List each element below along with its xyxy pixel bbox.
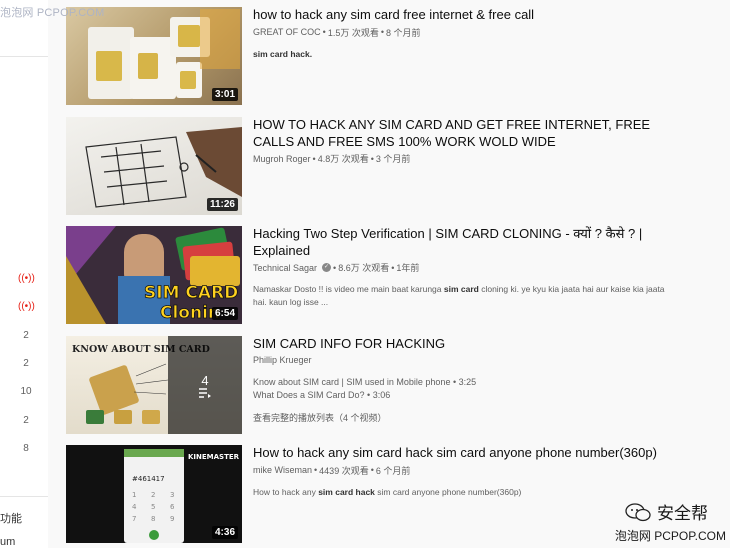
- playlist-info: SIM CARD INFO FOR HACKING Phillip Kruege…: [253, 336, 673, 434]
- meta-separator: •: [333, 262, 337, 273]
- description-text: Namaskar Dosto !! is video me main baat …: [253, 284, 444, 294]
- description-text: How to hack any: [253, 486, 319, 497]
- video-info: how to hack any sim card free internet &…: [253, 7, 673, 105]
- svg-text:2: 2: [151, 491, 155, 499]
- thumb-caption: SIM CARD: [144, 283, 238, 303]
- video-thumbnail[interactable]: 3:01: [66, 7, 242, 105]
- view-count: 4.8万 次观看: [317, 154, 369, 164]
- video-thumbnail[interactable]: 11:26: [66, 117, 242, 215]
- channel-name[interactable]: Phillip Krueger: [253, 355, 312, 365]
- channel-name[interactable]: Mugroh Roger: [253, 154, 311, 164]
- video-title[interactable]: How to hack any sim card hack sim card a…: [253, 445, 673, 462]
- meta-separator: •: [314, 465, 318, 475]
- video-info: How to hack any sim card hack sim card a…: [253, 445, 673, 543]
- live-icon[interactable]: ((•)): [18, 301, 35, 312]
- video-result[interactable]: 3:01 how to hack any sim card free inter…: [66, 7, 673, 105]
- meta-separator: •: [391, 262, 395, 273]
- video-description: sim card hack.: [253, 48, 673, 61]
- video-meta: Mugroh Roger • 4.8万 次观看 • 3 个月前: [253, 152, 673, 165]
- meta-separator: •: [312, 153, 316, 164]
- sidebar-divider: [0, 56, 48, 57]
- watermark-bottom: 泡泡网 PCPOP.COM: [614, 529, 726, 543]
- video-duration: 4:36: [211, 526, 238, 539]
- video-info: Hacking Two Step Verification | SIM CARD…: [253, 226, 673, 324]
- sidebar-item-count[interactable]: 10: [18, 386, 34, 397]
- playlist-item[interactable]: Know about SIM card | SIM used in Mobile…: [253, 377, 673, 387]
- channel-name[interactable]: Technical Sagar: [253, 263, 317, 273]
- video-description: How to hack any sim card hack sim card a…: [253, 486, 673, 499]
- sidebar-divider: [0, 496, 48, 497]
- playlist-result[interactable]: KNOW ABOUT SIM CARD 4 SIM CARD INFO FOR …: [66, 336, 673, 434]
- svg-text:1: 1: [132, 491, 136, 499]
- video-duration: 11:26: [206, 198, 238, 211]
- view-full-playlist-link[interactable]: 查看完整的播放列表（4 个视频）: [253, 411, 673, 424]
- video-duration: 6:54: [211, 307, 238, 320]
- svg-text:9: 9: [170, 515, 174, 523]
- wechat-brand-icon: [625, 502, 651, 521]
- video-result[interactable]: SIM CARD Clonin 6:54 Hacking Two Step Ve…: [66, 226, 673, 324]
- svg-text:4: 4: [132, 503, 137, 511]
- watermark-brand-text: 安全帮: [657, 504, 708, 524]
- playlist-meta: Phillip Krueger: [253, 355, 673, 365]
- channel-name[interactable]: GREAT OF COC: [253, 27, 321, 37]
- channel-name[interactable]: mike Wiseman: [253, 465, 312, 475]
- meta-separator: •: [380, 27, 384, 37]
- sidebar-label[interactable]: um: [0, 536, 15, 548]
- video-result[interactable]: 11:26 HOW TO HACK ANY SIM CARD AND GET F…: [66, 117, 673, 215]
- playlist-overlay[interactable]: 4: [168, 336, 242, 434]
- thumb-brand: KINEMASTER: [188, 453, 240, 461]
- description-highlight: sim card hack.: [253, 48, 313, 59]
- sidebar-label[interactable]: 功能: [0, 510, 22, 526]
- verified-icon: ✓: [322, 263, 332, 272]
- video-thumbnail[interactable]: #461417 1 2 3 4 5 6 7 8 9 KINEMASTER 4:36: [66, 445, 242, 543]
- description-highlight: sim card: [443, 284, 479, 294]
- svg-text:7: 7: [132, 515, 136, 523]
- view-count: 1.5万 次观看: [327, 27, 379, 38]
- video-meta: mike Wiseman • 4439 次观看 • 6 个月前: [253, 464, 673, 477]
- video-thumbnail[interactable]: SIM CARD Clonin 6:54: [66, 226, 242, 324]
- view-count: 8.6万 次观看: [338, 263, 390, 273]
- playlist-icon: [199, 387, 211, 398]
- live-icon[interactable]: ((•)): [18, 273, 35, 284]
- video-meta: Technical Sagar ✓ • 8.6万 次观看 • 1年前: [253, 261, 673, 274]
- video-info: HOW TO HACK ANY SIM CARD AND GET FREE IN…: [253, 117, 673, 215]
- description-highlight: sim card hack: [318, 486, 375, 497]
- svg-text:3: 3: [170, 491, 174, 499]
- upload-age: 8 个月前: [386, 27, 421, 38]
- video-meta: GREAT OF COC • 1.5万 次观看 • 8 个月前: [253, 26, 673, 39]
- sidebar: ((•)) ((•)) 2 2 10 2 8 功能 um: [0, 0, 48, 548]
- video-title[interactable]: Hacking Two Step Verification | SIM CARD…: [253, 226, 673, 259]
- video-title[interactable]: how to hack any sim card free internet &…: [253, 7, 673, 24]
- upload-age: 1年前: [396, 263, 420, 273]
- watermark-brand: 安全帮: [625, 499, 708, 524]
- upload-age: 3 个月前: [375, 154, 411, 164]
- thumb-dialed-number: #461417: [132, 475, 165, 483]
- sidebar-item-count[interactable]: 2: [18, 415, 34, 426]
- playlist-count: 4: [201, 372, 209, 388]
- view-count: 4439 次观看: [319, 465, 369, 476]
- playlist-item[interactable]: What Does a SIM Card Do? • 3:06: [253, 390, 673, 400]
- watermark-top: 泡泡网 PCPOP.COM: [0, 7, 105, 19]
- video-duration: 3:01: [211, 88, 238, 101]
- svg-text:5: 5: [151, 503, 155, 511]
- sidebar-item-count[interactable]: 2: [18, 330, 34, 341]
- description-text: sim card anyone phone number(360p): [374, 486, 522, 497]
- meta-separator: •: [370, 153, 374, 164]
- playlist-title[interactable]: SIM CARD INFO FOR HACKING: [253, 336, 673, 353]
- video-title[interactable]: HOW TO HACK ANY SIM CARD AND GET FREE IN…: [253, 117, 673, 150]
- svg-text:6: 6: [170, 503, 175, 511]
- playlist-thumbnail[interactable]: KNOW ABOUT SIM CARD 4: [66, 336, 242, 434]
- upload-age: 6 个月前: [375, 465, 411, 476]
- svg-text:8: 8: [151, 515, 155, 523]
- meta-separator: •: [322, 27, 326, 37]
- sidebar-item-count[interactable]: 2: [18, 358, 34, 369]
- meta-separator: •: [370, 465, 374, 475]
- video-result[interactable]: #461417 1 2 3 4 5 6 7 8 9 KINEMASTER 4:36 How …: [66, 445, 673, 543]
- sidebar-item-count[interactable]: 8: [18, 443, 34, 454]
- video-description: Namaskar Dosto !! is video me main baat …: [253, 283, 673, 309]
